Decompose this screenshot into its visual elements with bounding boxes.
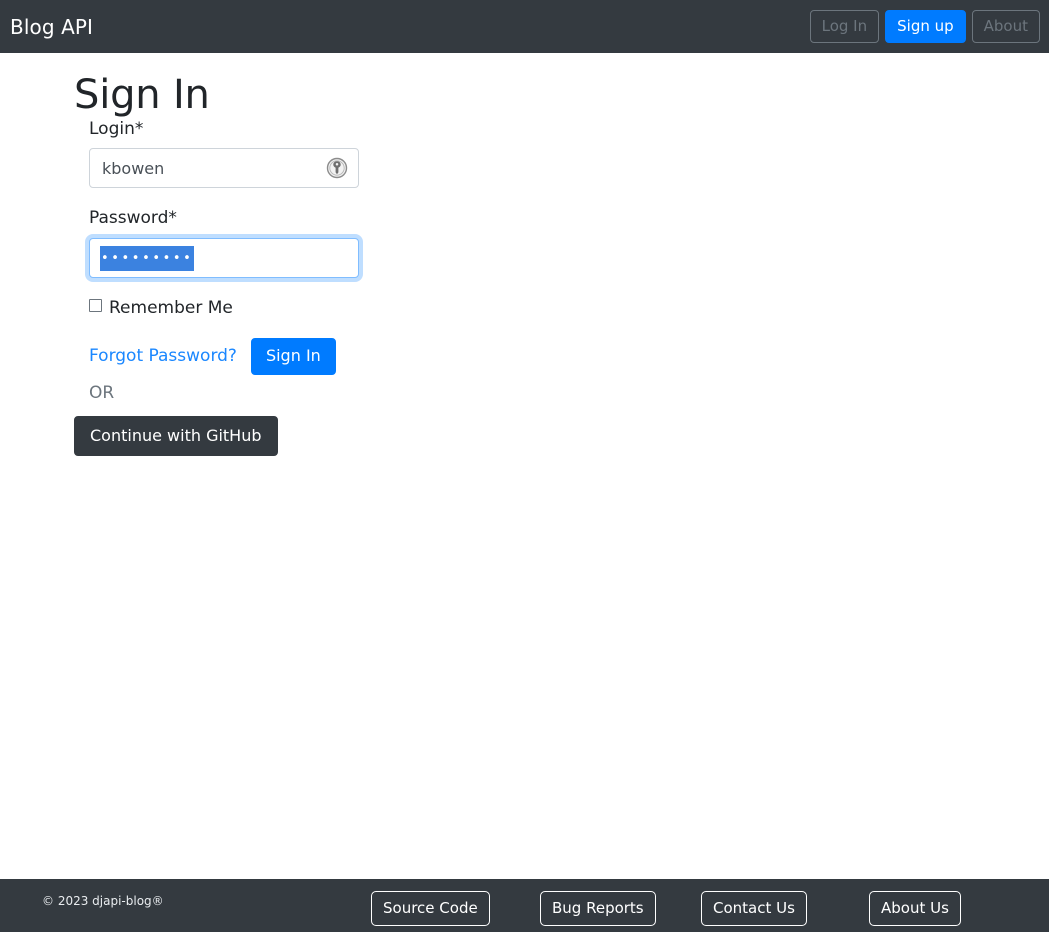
footer-links: Source Code Bug Reports Contact Us About…: [360, 879, 1049, 932]
login-input-wrapper: [89, 148, 359, 189]
contact-us-button[interactable]: Contact Us: [701, 891, 807, 926]
sign-in-form: Login* Password* ••••••••• Reme: [74, 119, 369, 456]
forgot-password-link[interactable]: Forgot Password?: [89, 338, 237, 366]
bug-reports-button[interactable]: Bug Reports: [540, 891, 656, 926]
navbar: Blog API Log In Sign up About: [0, 0, 1049, 53]
log-in-button[interactable]: Log In: [809, 10, 880, 43]
key-icon[interactable]: [326, 157, 348, 179]
sign-in-submit-button[interactable]: Sign In: [250, 338, 336, 376]
remember-me-row: Remember Me: [89, 298, 369, 318]
or-divider-text: OR: [89, 383, 115, 404]
login-label: Login*: [89, 119, 144, 139]
about-us-button[interactable]: About Us: [869, 891, 961, 926]
brand-logo[interactable]: Blog API: [10, 17, 93, 37]
password-input[interactable]: •••••••••: [89, 237, 359, 278]
oauth-row: Continue with GitHub: [74, 415, 369, 456]
copyright-text: © 2023 djapi-blog®: [42, 894, 164, 908]
sign-up-button[interactable]: Sign up: [885, 10, 966, 43]
page-title: Sign In: [74, 72, 210, 118]
password-selected-text: •••••••••: [100, 245, 195, 271]
password-label: Password*: [89, 208, 177, 229]
about-button[interactable]: About: [971, 10, 1040, 43]
password-input-wrapper: •••••••••: [89, 237, 369, 278]
source-code-button[interactable]: Source Code: [371, 891, 490, 926]
remember-me-checkbox[interactable]: [89, 299, 102, 313]
form-actions: Forgot Password? Sign In: [89, 338, 369, 376]
navbar-actions: Log In Sign up About: [809, 10, 1049, 43]
remember-me-label[interactable]: Remember Me: [109, 298, 233, 318]
continue-with-github-button[interactable]: Continue with GitHub: [74, 415, 278, 456]
footer: © 2023 djapi-blog® Source Code Bug Repor…: [0, 879, 1049, 932]
login-input[interactable]: [89, 148, 359, 189]
